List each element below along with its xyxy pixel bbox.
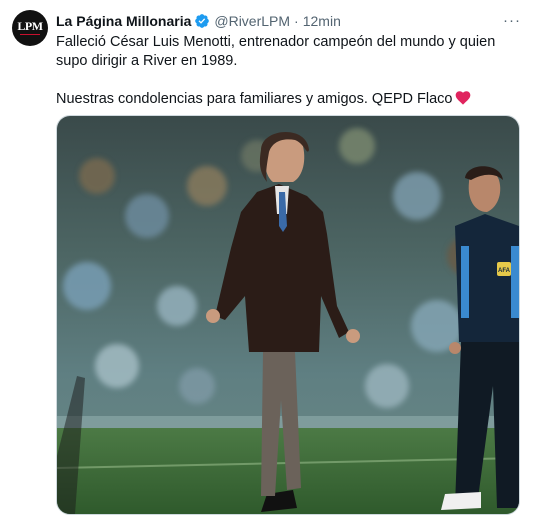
more-icon[interactable]: ···	[501, 10, 523, 30]
timestamp[interactable]: 12min	[303, 13, 341, 29]
afa-badge-text: AFA	[498, 268, 511, 274]
tweet-card[interactable]: LPM La Página Millonaria @RiverLPM · 12m…	[0, 0, 535, 525]
user-handle[interactable]: @RiverLPM	[214, 13, 290, 29]
tweet-photo[interactable]: AFA	[56, 115, 520, 515]
tweet-text-line-1: Falleció César Luis Menotti, entrenador …	[56, 34, 496, 69]
display-name[interactable]: La Página Millonaria	[56, 13, 191, 29]
avatar[interactable]: LPM	[12, 10, 48, 46]
separator-dot: ·	[294, 13, 299, 29]
red-heart-emoji-icon	[455, 90, 471, 105]
verified-badge-icon[interactable]	[194, 13, 210, 29]
tweet-text-line-2: Nuestras condolencias para familiares y …	[56, 90, 521, 109]
avatar-logo-underline	[20, 34, 40, 35]
tweet-text-line-2-text: Nuestras condolencias para familiares y …	[56, 91, 453, 107]
tweet-text: Falleció César Luis Menotti, entrenador …	[56, 33, 521, 109]
tweet-header: La Página Millonaria @RiverLPM · 12min	[56, 11, 341, 31]
avatar-logo-text: LPM	[17, 19, 43, 33]
